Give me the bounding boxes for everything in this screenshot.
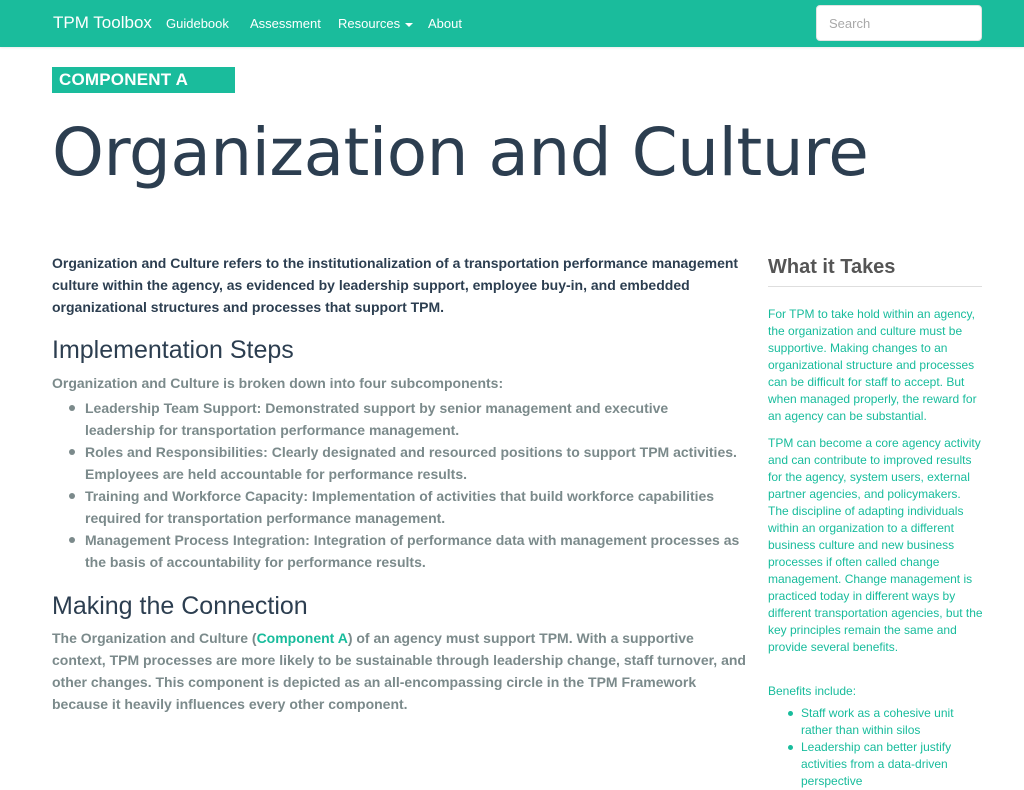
component-a-link[interactable]: Component A <box>257 630 348 646</box>
sidebar-divider <box>768 286 982 287</box>
sidebar-paragraph-1: For TPM to take hold within an agency, t… <box>768 307 977 423</box>
list-item: Leadership can better justify activities… <box>768 739 983 790</box>
list-item: Management Process Integration: Integrat… <box>52 529 742 573</box>
caret-down-icon <box>405 22 414 27</box>
benefits-list: Staff work as a cohesive unit rather tha… <box>768 705 983 790</box>
brand-link[interactable]: TPM Toolbox <box>53 13 152 33</box>
nav-resources-dropdown[interactable]: Resources <box>338 16 414 31</box>
list-item: Staff work as a cohesive unit rather tha… <box>768 705 983 739</box>
page-title: Organization and Culture <box>52 114 869 191</box>
implementation-heading: Implementation Steps <box>52 336 294 364</box>
nav-about[interactable]: About <box>428 16 462 31</box>
list-item: Leadership Team Support: Demonstrated su… <box>52 397 742 441</box>
implementation-lead: Organization and Culture is broken down … <box>52 375 504 391</box>
nav-resources-label: Resources <box>338 16 401 31</box>
component-badge: COMPONENT A <box>52 67 235 93</box>
subcomponent-list: Leadership Team Support: Demonstrated su… <box>52 397 742 573</box>
list-item: Roles and Responsibilities: Clearly desi… <box>52 441 742 485</box>
sidebar-title: What it Takes <box>768 256 896 278</box>
benefits-label: Benefits include: <box>768 684 857 698</box>
list-item: Training and Workforce Capacity: Impleme… <box>52 485 742 529</box>
connection-paragraph: The Organization and Culture (Component … <box>52 627 747 715</box>
intro-paragraph: Organization and Culture refers to the i… <box>52 255 739 315</box>
connection-text-before: The Organization and Culture ( <box>52 630 257 646</box>
connection-heading: Making the Connection <box>52 592 308 620</box>
nav-guidebook[interactable]: Guidebook <box>166 16 229 31</box>
top-navbar: TPM Toolbox Guidebook Assessment Resourc… <box>0 0 1024 47</box>
search-input[interactable] <box>816 5 982 41</box>
sidebar-paragraph-2: TPM can become a core agency activity an… <box>768 436 983 654</box>
nav-assessment[interactable]: Assessment <box>250 16 321 31</box>
